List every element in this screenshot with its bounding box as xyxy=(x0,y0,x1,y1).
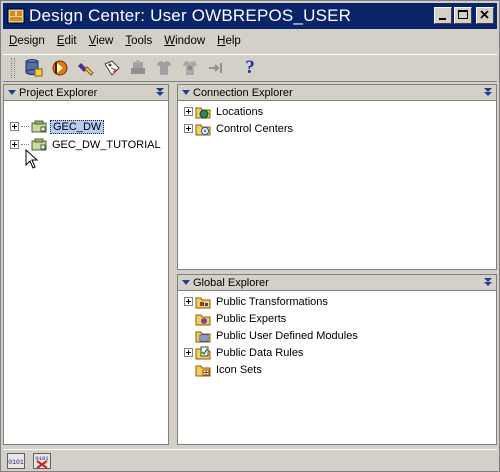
tag-icon[interactable] xyxy=(99,56,125,80)
collapse-triangle-icon[interactable] xyxy=(8,90,16,95)
expand-icon[interactable] xyxy=(10,122,19,131)
gray-shirt2-icon[interactable] xyxy=(177,56,203,80)
project-explorer-panel: Project Explorer GEC_DW GEC_DW_TUTORIAL xyxy=(3,84,169,445)
tree-node-label[interactable]: Locations xyxy=(214,106,265,118)
gray-arrow-icon[interactable] xyxy=(203,56,229,80)
tree-node-gec-dw[interactable]: GEC_DW xyxy=(10,118,105,135)
deploy-icon[interactable] xyxy=(47,56,73,80)
app-icon xyxy=(7,7,25,25)
pin-icon[interactable] xyxy=(156,88,164,97)
tree-node-label[interactable]: GEC_DW xyxy=(50,119,105,134)
gray-deploy-icon[interactable] xyxy=(125,56,151,80)
data-rules-folder-icon xyxy=(195,346,211,360)
panel-title: Global Explorer xyxy=(193,276,269,289)
binary-status-icon[interactable]: 0101 xyxy=(7,452,25,469)
tree-node-icon-sets[interactable]: Icon Sets xyxy=(184,361,264,378)
panel-title: Project Explorer xyxy=(19,86,98,99)
tree-node-label[interactable]: Public Transformations xyxy=(214,296,330,308)
gray-shirt-icon[interactable] xyxy=(151,56,177,80)
panel-title: Connection Explorer xyxy=(193,86,293,99)
tree-node-control-centers[interactable]: Control Centers xyxy=(184,120,295,137)
menu-window[interactable]: Window xyxy=(158,35,211,47)
help-question-icon[interactable]: ? xyxy=(237,56,263,80)
tree-node-public-user-defined-modules[interactable]: Public User Defined Modules xyxy=(184,327,360,344)
menu-tools[interactable]: Tools xyxy=(119,35,158,47)
expand-icon[interactable] xyxy=(184,107,193,116)
maximize-button[interactable] xyxy=(454,7,472,24)
tree-node-label[interactable]: Control Centers xyxy=(214,123,295,135)
status-bar: 0101 0101 xyxy=(3,449,497,471)
tree-node-public-experts[interactable]: Public Experts xyxy=(184,310,288,327)
minimize-button[interactable] xyxy=(434,7,452,24)
global-explorer-header[interactable]: Global Explorer xyxy=(178,275,496,291)
pin-icon[interactable] xyxy=(484,88,492,97)
transformations-folder-icon xyxy=(195,295,211,309)
window-title: Design Center: User OWBREPOS_USER xyxy=(29,6,352,25)
menu-bar: Design Edit View Tools Window Help xyxy=(3,31,497,51)
menu-view[interactable]: View xyxy=(83,35,120,47)
expand-icon[interactable] xyxy=(184,124,193,133)
title-bar[interactable]: Design Center: User OWBREPOS_USER xyxy=(3,3,497,29)
svg-text:0101: 0101 xyxy=(8,459,24,466)
menu-help[interactable]: Help xyxy=(211,35,247,47)
icon-sets-folder-icon xyxy=(195,363,211,377)
toolbar-grip[interactable] xyxy=(11,58,15,78)
tree-node-public-data-rules[interactable]: Public Data Rules xyxy=(184,344,305,361)
tree-node-label[interactable]: GEC_DW_TUTORIAL xyxy=(50,139,163,151)
expand-icon[interactable] xyxy=(184,297,193,306)
menu-edit[interactable]: Edit xyxy=(51,35,83,47)
collapse-triangle-icon[interactable] xyxy=(182,280,190,285)
menu-design[interactable]: Design xyxy=(3,35,51,47)
global-explorer-panel: Global Explorer Public Transformations P… xyxy=(177,274,497,445)
tree-node-label[interactable]: Public User Defined Modules xyxy=(214,330,360,342)
project-explorer-header[interactable]: Project Explorer xyxy=(4,85,168,101)
locations-globe-icon xyxy=(195,105,211,119)
modules-folder-icon xyxy=(195,329,211,343)
tree-node-label[interactable]: Public Experts xyxy=(214,313,288,325)
tree-node-locations[interactable]: Locations xyxy=(184,103,265,120)
repository-icon[interactable] xyxy=(21,56,47,80)
global-tree: Public Transformations Public Experts Pu… xyxy=(178,292,496,444)
connection-tree: Locations Control Centers xyxy=(178,102,496,269)
project-icon xyxy=(31,120,47,134)
connection-explorer-panel: Connection Explorer Locations Control Ce… xyxy=(177,84,497,270)
control-center-folder-icon xyxy=(195,122,211,136)
close-button[interactable] xyxy=(476,7,494,24)
mouse-cursor-icon xyxy=(25,149,39,169)
connection-explorer-header[interactable]: Connection Explorer xyxy=(178,85,496,101)
search-flashlight-icon[interactable] xyxy=(73,56,99,80)
tree-node-label[interactable]: Public Data Rules xyxy=(214,347,305,359)
expand-icon[interactable] xyxy=(10,140,19,149)
design-center-window: Design Center: User OWBREPOS_USER Design… xyxy=(0,0,500,472)
experts-folder-icon xyxy=(195,312,211,326)
expand-icon[interactable] xyxy=(184,348,193,357)
tree-node-label[interactable]: Icon Sets xyxy=(214,364,264,376)
tree-node-public-transformations[interactable]: Public Transformations xyxy=(184,293,330,310)
toolbar: ? xyxy=(3,54,497,82)
collapse-triangle-icon[interactable] xyxy=(182,90,190,95)
disconnected-status-icon[interactable]: 0101 xyxy=(33,452,51,469)
pin-icon[interactable] xyxy=(484,278,492,287)
